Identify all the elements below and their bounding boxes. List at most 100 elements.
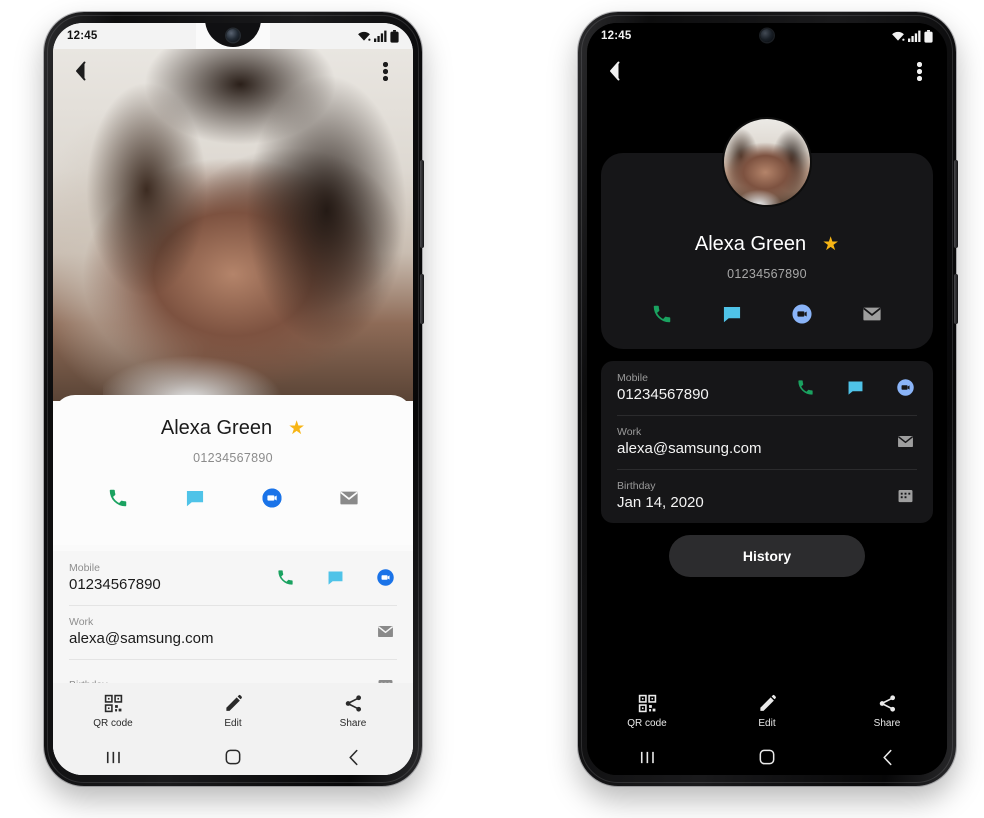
front-camera-icon (760, 29, 774, 42)
video-call-icon[interactable] (373, 566, 397, 590)
contact-avatar[interactable] (724, 119, 810, 205)
recents-icon (106, 751, 120, 763)
video-call-action[interactable] (257, 483, 287, 513)
detail-row-work[interactable]: Work alexa@samsung.com (53, 605, 413, 659)
recents-button[interactable] (73, 750, 153, 765)
star-icon[interactable]: ★ (822, 235, 839, 254)
detail-row-mobile[interactable]: Mobile 01234567890 (53, 551, 413, 605)
detail-text: Work alexa@samsung.com (69, 616, 213, 647)
status-icons (891, 29, 933, 43)
message-icon[interactable] (843, 376, 867, 400)
email-action[interactable] (334, 483, 364, 513)
message-icon[interactable] (323, 566, 347, 590)
contact-name-row: Alexa Green ★ (161, 417, 305, 440)
recents-button[interactable] (607, 750, 687, 765)
bottom-toolbar: QR code Edit Share (587, 683, 947, 739)
message-action[interactable] (717, 299, 747, 329)
detail-value: 01234567890 (69, 576, 161, 593)
detail-label: Birthday (617, 480, 656, 492)
call-icon[interactable] (273, 566, 297, 590)
power-button[interactable] (954, 274, 958, 324)
star-icon[interactable]: ★ (288, 419, 305, 438)
detail-row-work[interactable]: Work alexa@samsung.com (601, 415, 933, 469)
detail-row-birthday[interactable]: Birthday Jan 14, 2020 (601, 469, 933, 523)
contact-header-card: Alexa Green ★ 01234567890 (53, 395, 413, 545)
video-call-action[interactable] (787, 299, 817, 329)
share-label: Share (339, 717, 367, 729)
home-button[interactable] (193, 749, 273, 765)
edit-button[interactable]: Edit (188, 694, 278, 729)
battery-icon (390, 29, 399, 43)
contact-name: Alexa Green (160, 417, 273, 439)
email-icon[interactable] (373, 620, 397, 644)
qr-code-label: QR code (93, 717, 133, 729)
back-button[interactable] (847, 749, 927, 766)
calendar-icon[interactable] (893, 484, 917, 508)
home-button[interactable] (727, 749, 807, 765)
detail-actions (273, 566, 397, 590)
status-time: 12:45 (601, 30, 632, 42)
avatar-shirt-shading (739, 182, 786, 205)
share-button[interactable]: Share (842, 694, 932, 729)
email-icon[interactable] (893, 430, 917, 454)
contact-hero-photo (53, 49, 413, 401)
video-call-icon[interactable] (893, 376, 917, 400)
bottom-toolbar: QR code Edit Share (53, 683, 413, 739)
edit-label: Edit (224, 717, 242, 729)
back-arrow-icon[interactable] (67, 57, 95, 85)
history-button[interactable]: History (669, 535, 865, 577)
wifi-icon (892, 31, 905, 41)
more-vertical-icon[interactable] (905, 57, 933, 85)
share-icon (345, 694, 361, 712)
qr-code-button[interactable]: QR code (68, 694, 158, 729)
detail-label: Mobile (617, 372, 648, 384)
detail-text: Mobile 01234567890 (69, 562, 161, 593)
back-chevron-icon (882, 749, 891, 765)
detail-value: alexa@samsung.com (617, 440, 762, 457)
home-icon (225, 749, 241, 765)
back-chevron-icon (348, 749, 357, 765)
detail-actions (793, 376, 917, 400)
photo-shirt-shading (103, 337, 320, 401)
message-action[interactable] (180, 483, 210, 513)
app-bar (587, 49, 947, 93)
back-arrow-icon[interactable] (601, 57, 629, 85)
status-time: 12:45 (67, 30, 98, 42)
call-icon[interactable] (793, 376, 817, 400)
phone-device-dark: 12:45 Alexa Green ★ 01234567890 Mobile 0… (578, 12, 958, 786)
more-vertical-icon[interactable] (371, 57, 399, 85)
email-action[interactable] (857, 299, 887, 329)
wifi-icon (358, 31, 371, 41)
recents-icon (640, 751, 654, 763)
detail-row-mobile[interactable]: Mobile 01234567890 (601, 361, 933, 415)
signal-bars-icon (908, 30, 921, 42)
volume-button[interactable] (420, 160, 424, 248)
share-label: Share (873, 717, 901, 729)
power-button[interactable] (420, 274, 424, 324)
edit-button[interactable]: Edit (722, 694, 812, 729)
qr-code-button[interactable]: QR code (602, 694, 692, 729)
detail-actions (893, 430, 917, 454)
phone-screen-dark: 12:45 Alexa Green ★ 01234567890 Mobile 0… (587, 23, 947, 775)
battery-icon (924, 29, 933, 43)
qr-code-label: QR code (627, 717, 667, 729)
call-action[interactable] (103, 483, 133, 513)
back-button[interactable] (313, 749, 393, 766)
call-action[interactable] (647, 299, 677, 329)
contact-details-list: Mobile 01234567890 Work alexa@samsung.co… (601, 361, 933, 523)
detail-value: Jan 14, 2020 (617, 494, 704, 511)
signal-bars-icon (374, 30, 387, 42)
phone-device-light: 12:45 Alexa Green ★ 01234567890 Mobile 0… (44, 12, 424, 786)
quick-actions (53, 483, 413, 513)
share-button[interactable]: Share (308, 694, 398, 729)
front-camera-icon (226, 29, 240, 42)
contact-phone-number: 01234567890 (727, 267, 807, 281)
detail-text: Mobile 01234567890 (617, 372, 709, 403)
screenshot-stage: 12:45 Alexa Green ★ 01234567890 Mobile 0… (0, 0, 984, 818)
system-nav-bar (587, 739, 947, 775)
detail-actions (373, 620, 397, 644)
volume-button[interactable] (954, 160, 958, 248)
detail-text: Birthday Jan 14, 2020 (617, 480, 704, 511)
qr-code-icon (104, 694, 122, 712)
pencil-icon (225, 694, 242, 711)
